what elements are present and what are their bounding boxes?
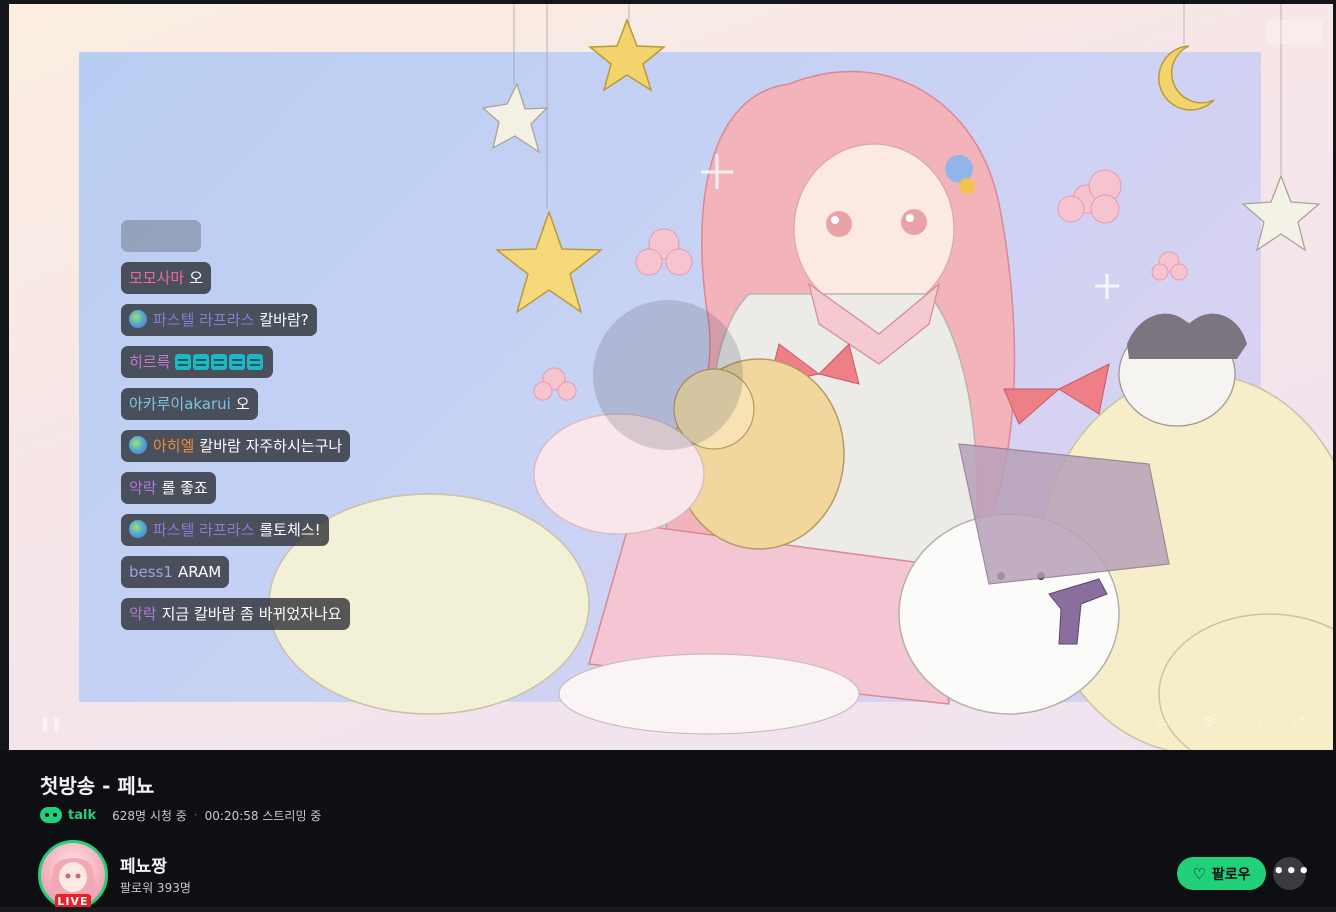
talk-label[interactable]: talk	[68, 808, 96, 823]
chat-message: 히르륵	[121, 346, 274, 378]
chat-nick: 아카루이akarui	[129, 395, 231, 413]
video-screen[interactable]: 모모사마 오 파스텔 라프라스 칼바람? 히르륵 아카루이akarui 오 아히엘 칼바…	[9, 4, 1333, 750]
chat-text: 칼바람 자주하시는구나	[199, 437, 343, 455]
chat-nick: 히르륵	[129, 353, 171, 371]
stream-uptime: 00:20:58 스트리밍 중	[204, 808, 322, 823]
stream-info-panel: 첫방송 - 페뇨 talk 628명 시청 중 · 00:20:58 스트리밍 …	[0, 750, 1336, 912]
emote-icon	[175, 354, 192, 370]
chat-overlay: 모모사마 오 파스텔 라프라스 칼바람? 히르륵 아카루이akarui 오 아히엘 칼바…	[121, 220, 441, 640]
moon-decoration	[1158, 45, 1215, 111]
star-decoration	[494, 209, 604, 314]
stream-meta: talk 628명 시청 중 · 00:20:58 스트리밍 중	[40, 806, 321, 824]
follow-label: 팔로우	[1211, 866, 1251, 883]
chat-nick: 파스텔 라프라스	[153, 521, 255, 539]
chat-message: 아카루이akarui 오	[121, 388, 258, 420]
viewer-count: 628명 시청 중	[112, 808, 187, 823]
heart-icon: ♡	[1192, 864, 1206, 883]
fullscreen-icon[interactable]: ⤢	[1293, 714, 1304, 730]
chat-message: 파스텔 라프라스 롤토체스!	[121, 514, 329, 546]
follower-count: 팔로워 393명	[120, 881, 191, 895]
play-overlay[interactable]	[593, 300, 743, 450]
chat-text: 롤토체스!	[259, 521, 321, 539]
star-decoration	[1241, 174, 1321, 252]
emote-icon	[211, 354, 228, 370]
chat-nick: 악락	[129, 605, 157, 623]
pip-icon[interactable]: ▭	[1157, 714, 1170, 730]
chat-message	[121, 220, 201, 252]
emote-icon	[229, 354, 246, 370]
stream-title: 첫방송 - 페뇨	[40, 774, 155, 798]
chat-bot-icon[interactable]	[40, 807, 62, 823]
video-player[interactable]: 모모사마 오 파스텔 라프라스 칼바람? 히르륵 아카루이akarui 오 아히엘 칼바…	[0, 0, 1336, 750]
star-decoration	[587, 17, 667, 92]
more-dots-icon: •••	[1273, 861, 1311, 882]
chat-message: bess1 ARAM	[121, 556, 230, 588]
chat-nick: 모모사마	[129, 269, 185, 287]
channel-info: LIVE 페뇨짱 팔로워 393명	[38, 840, 438, 912]
follow-button[interactable]: ♡ 팔로우	[1177, 857, 1266, 890]
pause-icon[interactable]: ❚❚	[39, 716, 62, 732]
chat-text: 오	[235, 395, 250, 413]
chat-nick: bess1	[129, 563, 173, 581]
chat-message: 아히엘 칼바람 자주하시는구나	[121, 430, 351, 462]
more-options-button[interactable]: •••	[1273, 857, 1310, 890]
separator-dot: ·	[193, 808, 198, 822]
gear-icon[interactable]: ⚙	[1203, 714, 1216, 730]
chat-message: 악락 지금 칼바람 좀 바뀌었자나요	[121, 598, 350, 630]
chat-text: 칼바람?	[259, 311, 309, 329]
chat-text: 오	[189, 269, 204, 287]
chat-text: ARAM	[177, 563, 222, 581]
planet-badge-icon	[129, 310, 147, 328]
chat-nick: 파스텔 라프라스	[153, 311, 255, 329]
star-decoration	[481, 82, 549, 154]
planet-badge-icon	[129, 520, 147, 538]
chat-message: 파스텔 라프라스 칼바람?	[121, 304, 317, 336]
channel-name[interactable]: 페뇨짱	[120, 852, 167, 877]
planet-badge-icon	[129, 436, 147, 454]
emote-icon	[193, 354, 210, 370]
chat-nick: 아히엘	[153, 437, 195, 455]
chat-text: 지금 칼바람 좀 바뀌었자나요	[161, 605, 342, 623]
chat-message: 악락 롤 좋죠	[121, 472, 216, 504]
chat-nick: 악락	[129, 479, 157, 497]
theater-icon[interactable]: ▢	[1249, 714, 1262, 730]
chat-message: 모모사마 오	[121, 262, 212, 294]
emote-icon	[247, 354, 264, 370]
bottom-scroll-area	[0, 907, 1336, 912]
chat-text: 롤 좋죠	[161, 479, 208, 497]
